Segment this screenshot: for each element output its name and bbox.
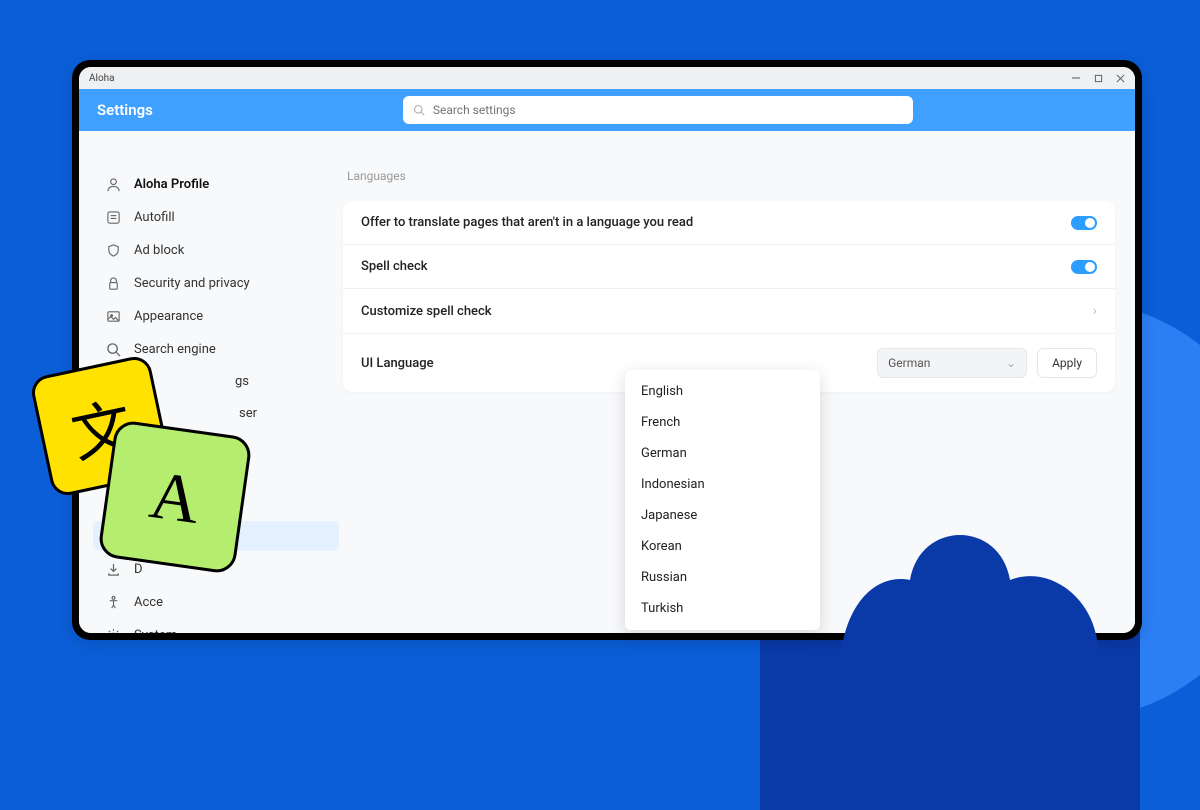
translate-toggle[interactable] bbox=[1071, 216, 1097, 230]
sidebar-item-label: Aloha Profile bbox=[134, 177, 209, 192]
autofill-icon bbox=[105, 209, 121, 225]
chevron-right-icon: › bbox=[1093, 303, 1097, 319]
decorative-blob bbox=[790, 460, 1150, 740]
row-customize-spellcheck[interactable]: Customize spell check › bbox=[343, 289, 1115, 334]
row-label: Offer to translate pages that aren't in … bbox=[361, 215, 693, 230]
sidebar-item-autofill[interactable]: Autofill bbox=[93, 202, 339, 232]
sidebar-item-adblock[interactable]: Ad block bbox=[93, 235, 339, 265]
decorative-sticker-a: A bbox=[97, 419, 253, 575]
sidebar-item-label: D bbox=[134, 562, 143, 577]
spellcheck-toggle[interactable] bbox=[1071, 260, 1097, 274]
sidebar-item-profile[interactable]: Aloha Profile bbox=[93, 169, 339, 199]
user-icon bbox=[105, 176, 121, 192]
sidebar-item-label: Autofill bbox=[134, 210, 175, 225]
sidebar-item-label: Ad block bbox=[134, 243, 184, 258]
image-icon bbox=[105, 308, 121, 324]
shield-icon bbox=[105, 242, 121, 258]
download-icon bbox=[105, 561, 121, 577]
lock-icon bbox=[105, 275, 121, 291]
sidebar-item-security[interactable]: Security and privacy bbox=[93, 268, 339, 298]
dropdown-item[interactable]: French bbox=[625, 407, 820, 438]
dropdown-item[interactable]: English bbox=[625, 376, 820, 407]
close-button[interactable] bbox=[1115, 73, 1125, 83]
row-spellcheck: Spell check bbox=[343, 245, 1115, 289]
select-value: German bbox=[888, 356, 930, 370]
settings-header: Settings bbox=[79, 89, 1135, 131]
section-title: Languages bbox=[347, 169, 1115, 183]
row-label: UI Language bbox=[361, 356, 434, 371]
titlebar: Aloha bbox=[79, 67, 1135, 89]
sidebar-item-label: gs bbox=[235, 374, 249, 389]
sidebar-item-system[interactable]: System bbox=[93, 620, 339, 633]
minimize-button[interactable] bbox=[1071, 73, 1081, 83]
row-label: Spell check bbox=[361, 259, 428, 274]
sidebar-item-label: Appearance bbox=[134, 309, 203, 324]
maximize-button[interactable] bbox=[1093, 73, 1103, 83]
search-input[interactable] bbox=[433, 103, 903, 117]
sidebar-item-label: Search engine bbox=[134, 342, 216, 357]
sidebar-item-label: System bbox=[134, 628, 177, 634]
settings-card: Offer to translate pages that aren't in … bbox=[343, 201, 1115, 392]
sidebar-item-appearance[interactable]: Appearance bbox=[93, 301, 339, 331]
search-icon bbox=[105, 341, 121, 357]
sidebar-item-label: ser bbox=[239, 406, 257, 421]
page-title: Settings bbox=[97, 101, 153, 119]
chevron-down-icon: ⌄ bbox=[1006, 356, 1016, 370]
window-title: Aloha bbox=[89, 73, 115, 84]
search-box[interactable] bbox=[403, 96, 913, 124]
language-select[interactable]: German ⌄ bbox=[877, 348, 1027, 378]
search-icon bbox=[413, 101, 425, 120]
sidebar-item-accessibility[interactable]: Acce bbox=[93, 587, 339, 617]
sidebar-item-label: Security and privacy bbox=[134, 276, 250, 291]
apply-button[interactable]: Apply bbox=[1037, 348, 1097, 378]
sidebar-item-label: Acce bbox=[134, 595, 163, 610]
accessibility-icon bbox=[105, 594, 121, 610]
row-label: Customize spell check bbox=[361, 304, 492, 319]
row-translate: Offer to translate pages that aren't in … bbox=[343, 201, 1115, 245]
gear-icon bbox=[105, 627, 121, 633]
